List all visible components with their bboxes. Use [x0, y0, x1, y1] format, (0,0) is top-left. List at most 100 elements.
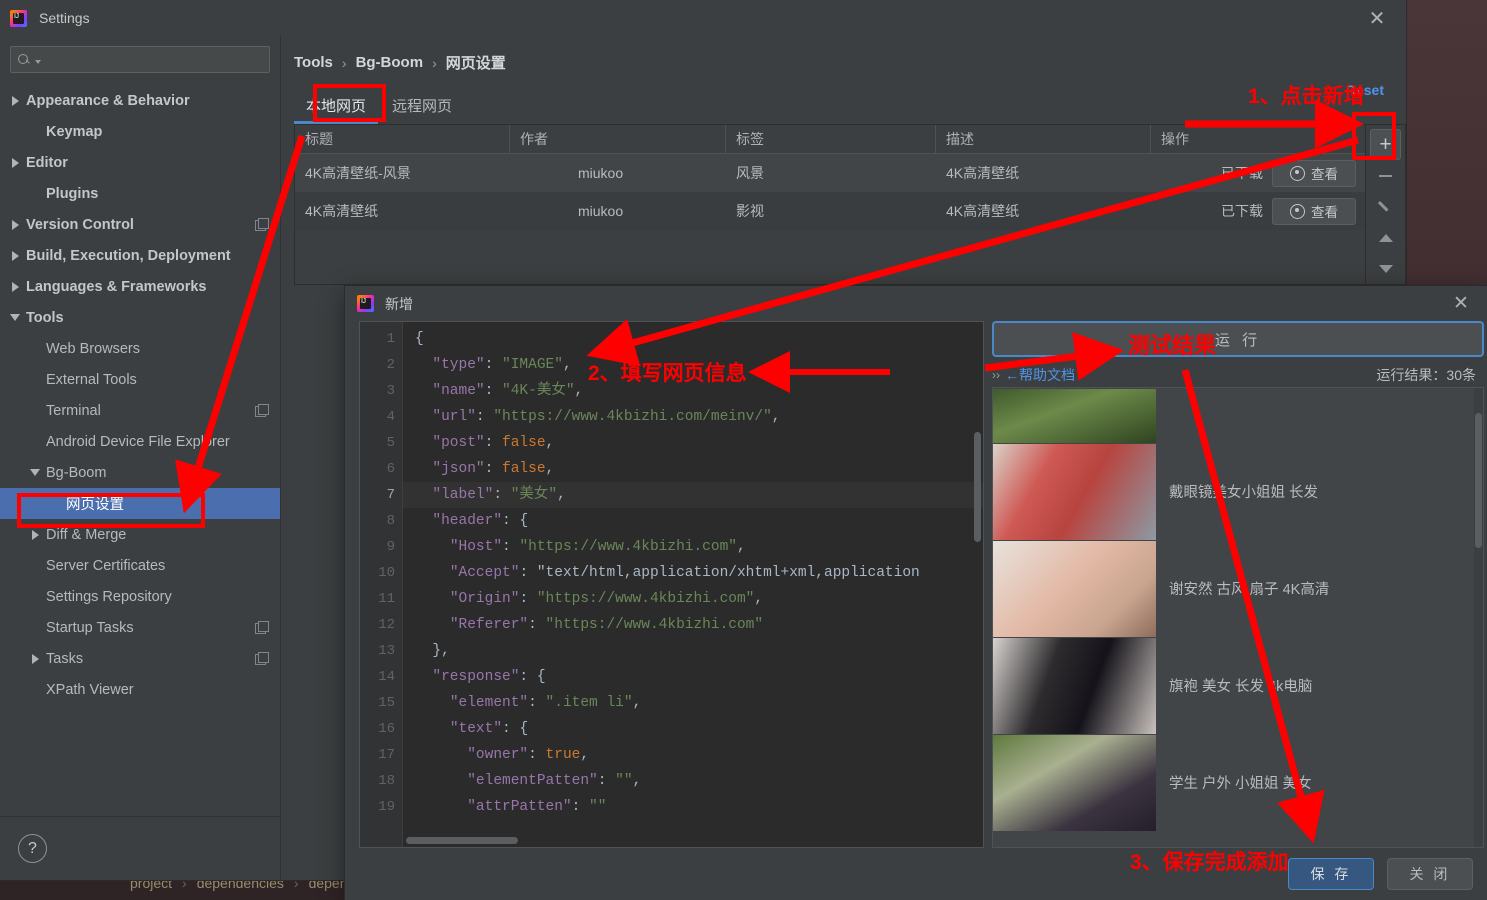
chevron-right-icon[interactable] [8, 281, 22, 292]
sidebar-item-17[interactable]: Startup Tasks [0, 612, 280, 643]
run-button[interactable]: 运 行 [992, 321, 1484, 357]
close-icon[interactable]: ✕ [1441, 290, 1481, 318]
sidebar-item-12[interactable]: Bg-Boom [0, 457, 280, 488]
sidebar-search-wrap [0, 36, 280, 81]
dialog-title-bar: 新增 ✕ [345, 286, 1487, 321]
chevron-right-icon[interactable] [8, 95, 22, 106]
chevron-right-icon[interactable] [8, 219, 22, 230]
status-badge: 已下载 [1221, 165, 1263, 181]
editor-horizontal-scrollbar[interactable] [406, 837, 518, 844]
chevron-right-icon[interactable] [8, 250, 22, 261]
sidebar-item-16[interactable]: Settings Repository [0, 581, 280, 612]
breadcrumb-item-tools[interactable]: Tools [294, 54, 333, 71]
code-line: "elementPatten": "", [467, 773, 642, 789]
column-header-4[interactable]: 操作 [1151, 125, 1365, 153]
code-line: "Referer": "https://www.4kbizhi.com" [449, 617, 764, 633]
line-number: 5 [386, 435, 395, 451]
sidebar-item-0[interactable]: Appearance & Behavior [0, 85, 280, 116]
page-tabs: 本地网页 远程网页 [294, 90, 1406, 124]
sidebar-item-13[interactable]: 网页设置 [0, 488, 280, 519]
result-thumbnail [993, 540, 1156, 637]
result-item[interactable]: 学生 户外 小姐姐 美女 [993, 734, 1474, 831]
code-line: "attrPatten": "" [467, 799, 607, 815]
sidebar-item-9[interactable]: External Tools [0, 364, 280, 395]
breadcrumb-item-current: 网页设置 [445, 55, 506, 72]
add-button[interactable]: + [1370, 129, 1401, 160]
json-editor[interactable]: 1 2 3 4 5 6 7 8 9 10 11 12 13 14 15 16 17 18 19 { "type": … [359, 321, 984, 848]
tab-remote-pages[interactable]: 远程网页 [380, 90, 464, 124]
result-count: 运行结果：30条 [1376, 367, 1476, 383]
line-number: 12 [378, 617, 395, 633]
help-doc-link[interactable]: ←帮助文档 [1005, 365, 1075, 385]
sidebar-item-7[interactable]: Tools [0, 302, 280, 333]
remove-button[interactable] [1370, 160, 1401, 191]
eye-icon [1290, 203, 1305, 219]
sidebar-item-8[interactable]: Web Browsers [0, 333, 280, 364]
pencil-icon [1378, 199, 1393, 214]
cell-title: 4K高清壁纸-风景 [305, 165, 411, 181]
settings-window-title: Settings [39, 10, 90, 26]
sidebar-item-label: Android Device File Explorer [46, 433, 230, 450]
sidebar-item-label: Server Certificates [46, 557, 166, 574]
column-header-1[interactable]: 作者 [510, 125, 726, 153]
sidebar-item-label: Version Control [26, 216, 134, 233]
close-button[interactable]: 关 闭 [1387, 858, 1473, 890]
search-icon [17, 52, 32, 67]
sidebar-item-label: 网页设置 [66, 497, 124, 513]
copy-settings-icon[interactable] [255, 652, 269, 665]
move-up-button[interactable] [1370, 222, 1401, 253]
tab-local-pages[interactable]: 本地网页 [294, 90, 379, 124]
table-body: 4K高清壁纸-风景 miukoo 风景 4K高清壁纸 已下载 查看 4K高清壁纸 miukoo… [295, 154, 1365, 234]
minus-icon [1379, 174, 1392, 177]
sidebar-item-10[interactable]: Terminal [0, 395, 280, 426]
editor-vertical-scrollbar[interactable] [974, 432, 981, 542]
close-icon[interactable]: ✕ [1356, 3, 1398, 33]
save-button[interactable]: 保 存 [1288, 858, 1374, 890]
help-question-icon[interactable]: ? [18, 834, 47, 863]
sidebar-item-14[interactable]: Diff & Merge [0, 519, 280, 550]
edit-button[interactable] [1370, 191, 1401, 222]
copy-settings-icon[interactable] [255, 218, 269, 231]
sidebar-item-6[interactable]: Languages & Frameworks [0, 271, 280, 302]
chevron-right-icon[interactable] [28, 529, 42, 540]
table-row[interactable]: 4K高清壁纸-风景 miukoo 风景 4K高清壁纸 已下载 查看 [295, 154, 1365, 192]
result-item[interactable] [993, 388, 1474, 443]
cell-author: miukoo [578, 203, 624, 219]
copy-settings-icon[interactable] [255, 404, 269, 417]
sidebar-item-4[interactable]: Version Control [0, 209, 280, 240]
editor-code-area[interactable]: { "type": "IMAGE", "name": "4K-美女", "url… [402, 322, 983, 847]
line-number: 11 [378, 591, 395, 607]
chevron-right-icon[interactable] [8, 157, 22, 168]
view-button[interactable]: 查看 [1272, 159, 1356, 187]
result-item[interactable]: 旗袍 美女 长发 4k电脑 [993, 637, 1474, 734]
sidebar-item-11[interactable]: Android Device File Explorer [0, 426, 280, 457]
sidebar-item-15[interactable]: Server Certificates [0, 550, 280, 581]
sidebar-item-18[interactable]: Tasks [0, 643, 280, 674]
result-title: 谢安然 古风 扇子 4K高清 [1169, 582, 1330, 598]
column-header-3[interactable]: 描述 [936, 125, 1151, 153]
sidebar-item-3[interactable]: Plugins [0, 178, 280, 209]
sidebar-item-19[interactable]: XPath Viewer [0, 674, 280, 705]
breadcrumb-item-bg-boom[interactable]: Bg-Boom [356, 54, 424, 71]
line-number: 17 [378, 747, 395, 763]
result-item[interactable]: 谢安然 古风 扇子 4K高清 [993, 540, 1474, 637]
copy-settings-icon[interactable] [255, 621, 269, 634]
table-row[interactable]: 4K高清壁纸 miukoo 影视 4K高清壁纸 已下载 查看 [295, 192, 1365, 230]
search-box[interactable] [10, 46, 270, 73]
chevron-down-icon[interactable] [28, 469, 42, 476]
sidebar-item-5[interactable]: Build, Execution, Deployment [0, 240, 280, 271]
move-down-button[interactable] [1370, 253, 1401, 284]
sidebar-item-2[interactable]: Editor [0, 147, 280, 178]
search-input[interactable] [41, 52, 263, 67]
line-number: 19 [378, 799, 395, 815]
view-button[interactable]: 查看 [1272, 197, 1356, 225]
column-header-0[interactable]: 标题 [295, 125, 510, 153]
result-vertical-scrollbar[interactable] [1474, 388, 1483, 847]
sidebar-item-1[interactable]: Keymap [0, 116, 280, 147]
result-item[interactable]: 戴眼镜美女小姐姐 长发 [993, 443, 1474, 540]
cell-desc: 4K高清壁纸 [946, 165, 1020, 181]
column-header-2[interactable]: 标签 [726, 125, 936, 153]
chevron-down-icon[interactable] [8, 314, 22, 321]
chevron-right-icon[interactable] [28, 653, 42, 664]
cell-author: miukoo [578, 165, 624, 181]
